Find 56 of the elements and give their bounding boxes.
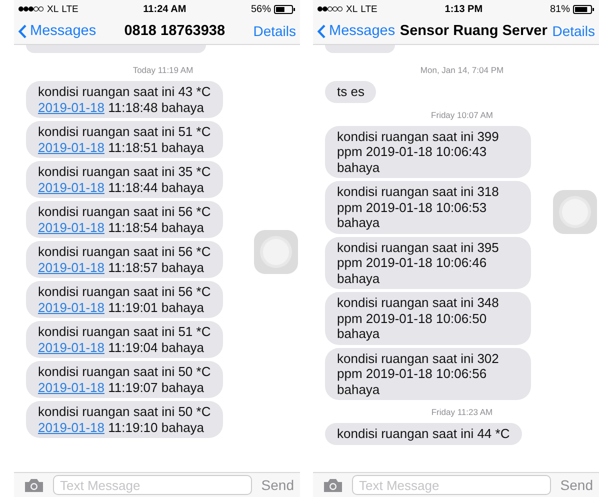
message-bubble: kondisi ruangan saat ini 56 *C 2019-01-18 11:19:01 bahaya <box>26 281 223 318</box>
battery-icon <box>274 4 296 14</box>
message-bubble: kondisi ruangan saat ini 56 *C 2019-01-18 11:18:57 bahaya <box>26 241 223 278</box>
date-link[interactable]: 2019-01-18 <box>38 220 104 234</box>
date-link[interactable]: 2019-01-18 <box>38 420 104 434</box>
conversation-title: Sensor Ruang Server <box>398 23 548 39</box>
battery-percent: 81% <box>550 4 570 14</box>
date-link[interactable]: 2019-01-18 <box>38 100 104 114</box>
date-link[interactable]: 2019-01-18 <box>38 140 104 154</box>
message-bubble: kondisi ruangan saat ini 51 *C 2019-01-18 11:19:04 bahaya <box>26 321 223 358</box>
message-bubble: kondisi ruangan saat ini 56 *C 2019-01-18 11:18:54 bahaya <box>26 201 223 238</box>
send-button[interactable]: Send <box>560 477 593 493</box>
back-button[interactable]: Messages <box>18 23 96 39</box>
back-button[interactable]: Messages <box>317 23 396 39</box>
message-bubble: kondisi ruangan saat ini 44 *C <box>325 423 522 444</box>
message-bubble: kondisi ruangan saat ini 399 ppm 2019-01-18 10:06:43 bahaya <box>325 126 531 178</box>
carrier-label: XL <box>346 4 358 14</box>
signal-icon <box>18 6 44 12</box>
chevron-left-icon <box>18 24 27 38</box>
message-bubble: kondisi ruangan saat ini 318 ppm 2019-01-18 10:06:53 bahaya <box>325 181 531 234</box>
battery-percent: 56% <box>250 4 271 14</box>
details-button[interactable]: Details <box>253 23 296 39</box>
timestamp: Mon, Jan 14, 7:04 PM <box>420 65 504 75</box>
message-bubble: kondisi ruangan saat ini 43 *C 2019-01-18 11:18:48 bahaya <box>26 81 223 118</box>
timestamp: Friday 10:07 AM <box>431 110 493 120</box>
clock-time: 11:24 AM <box>142 4 188 14</box>
network-label: LTE <box>62 4 78 14</box>
message-bubble <box>325 45 395 53</box>
message-bubble: kondisi ruangan saat ini 51 *C 2019-01-18 11:18:51 bahaya <box>26 121 223 158</box>
message-bubble: ts es <box>325 81 376 102</box>
date-link[interactable]: 2019-01-18 <box>38 340 104 354</box>
signal-icon <box>317 6 343 12</box>
conversation-title: 0818 18763938 <box>123 23 226 39</box>
message-bubble: kondisi ruangan saat ini 348 ppm 2019-01-18 10:06:50 bahaya <box>325 292 531 344</box>
date-link[interactable]: 2019-01-18 <box>38 260 104 274</box>
message-input[interactable]: Text Message <box>352 475 552 495</box>
network-label: LTE <box>360 4 378 14</box>
clock-time: 1:13 PM <box>444 4 484 14</box>
message-bubble: kondisi ruangan saat ini 50 *C 2019-01-18 11:19:07 bahaya <box>26 361 223 398</box>
message-bubble: kondisi ruangan saat ini 35 *C 2019-01-18 11:18:44 bahaya <box>26 161 223 198</box>
carrier-label: XL <box>47 4 59 14</box>
message-input[interactable]: Text Message <box>53 475 252 495</box>
details-button[interactable]: Details <box>552 23 595 39</box>
send-button[interactable]: Send <box>261 477 294 493</box>
message-bubble: kondisi ruangan saat ini 302 ppm 2019-01-18 10:06:56 bahaya <box>325 348 531 400</box>
date-link[interactable]: 2019-01-18 <box>38 300 104 314</box>
chevron-left-icon <box>317 24 326 38</box>
battery-icon <box>573 4 595 14</box>
camera-icon[interactable] <box>323 478 343 492</box>
date-link[interactable]: 2019-01-18 <box>38 180 104 194</box>
message-bubble: kondisi ruangan saat ini 395 ppm 2019-01-18 10:06:46 bahaya <box>325 236 531 289</box>
message-bubble: kondisi ruangan saat ini 50 *C 2019-01-18 11:19:10 bahaya <box>26 401 223 438</box>
timestamp: Friday 11:23 AM <box>431 407 493 417</box>
camera-icon[interactable] <box>24 478 44 492</box>
date-link[interactable]: 2019-01-18 <box>38 380 104 394</box>
timestamp: Today 11:19 AM <box>132 65 194 75</box>
